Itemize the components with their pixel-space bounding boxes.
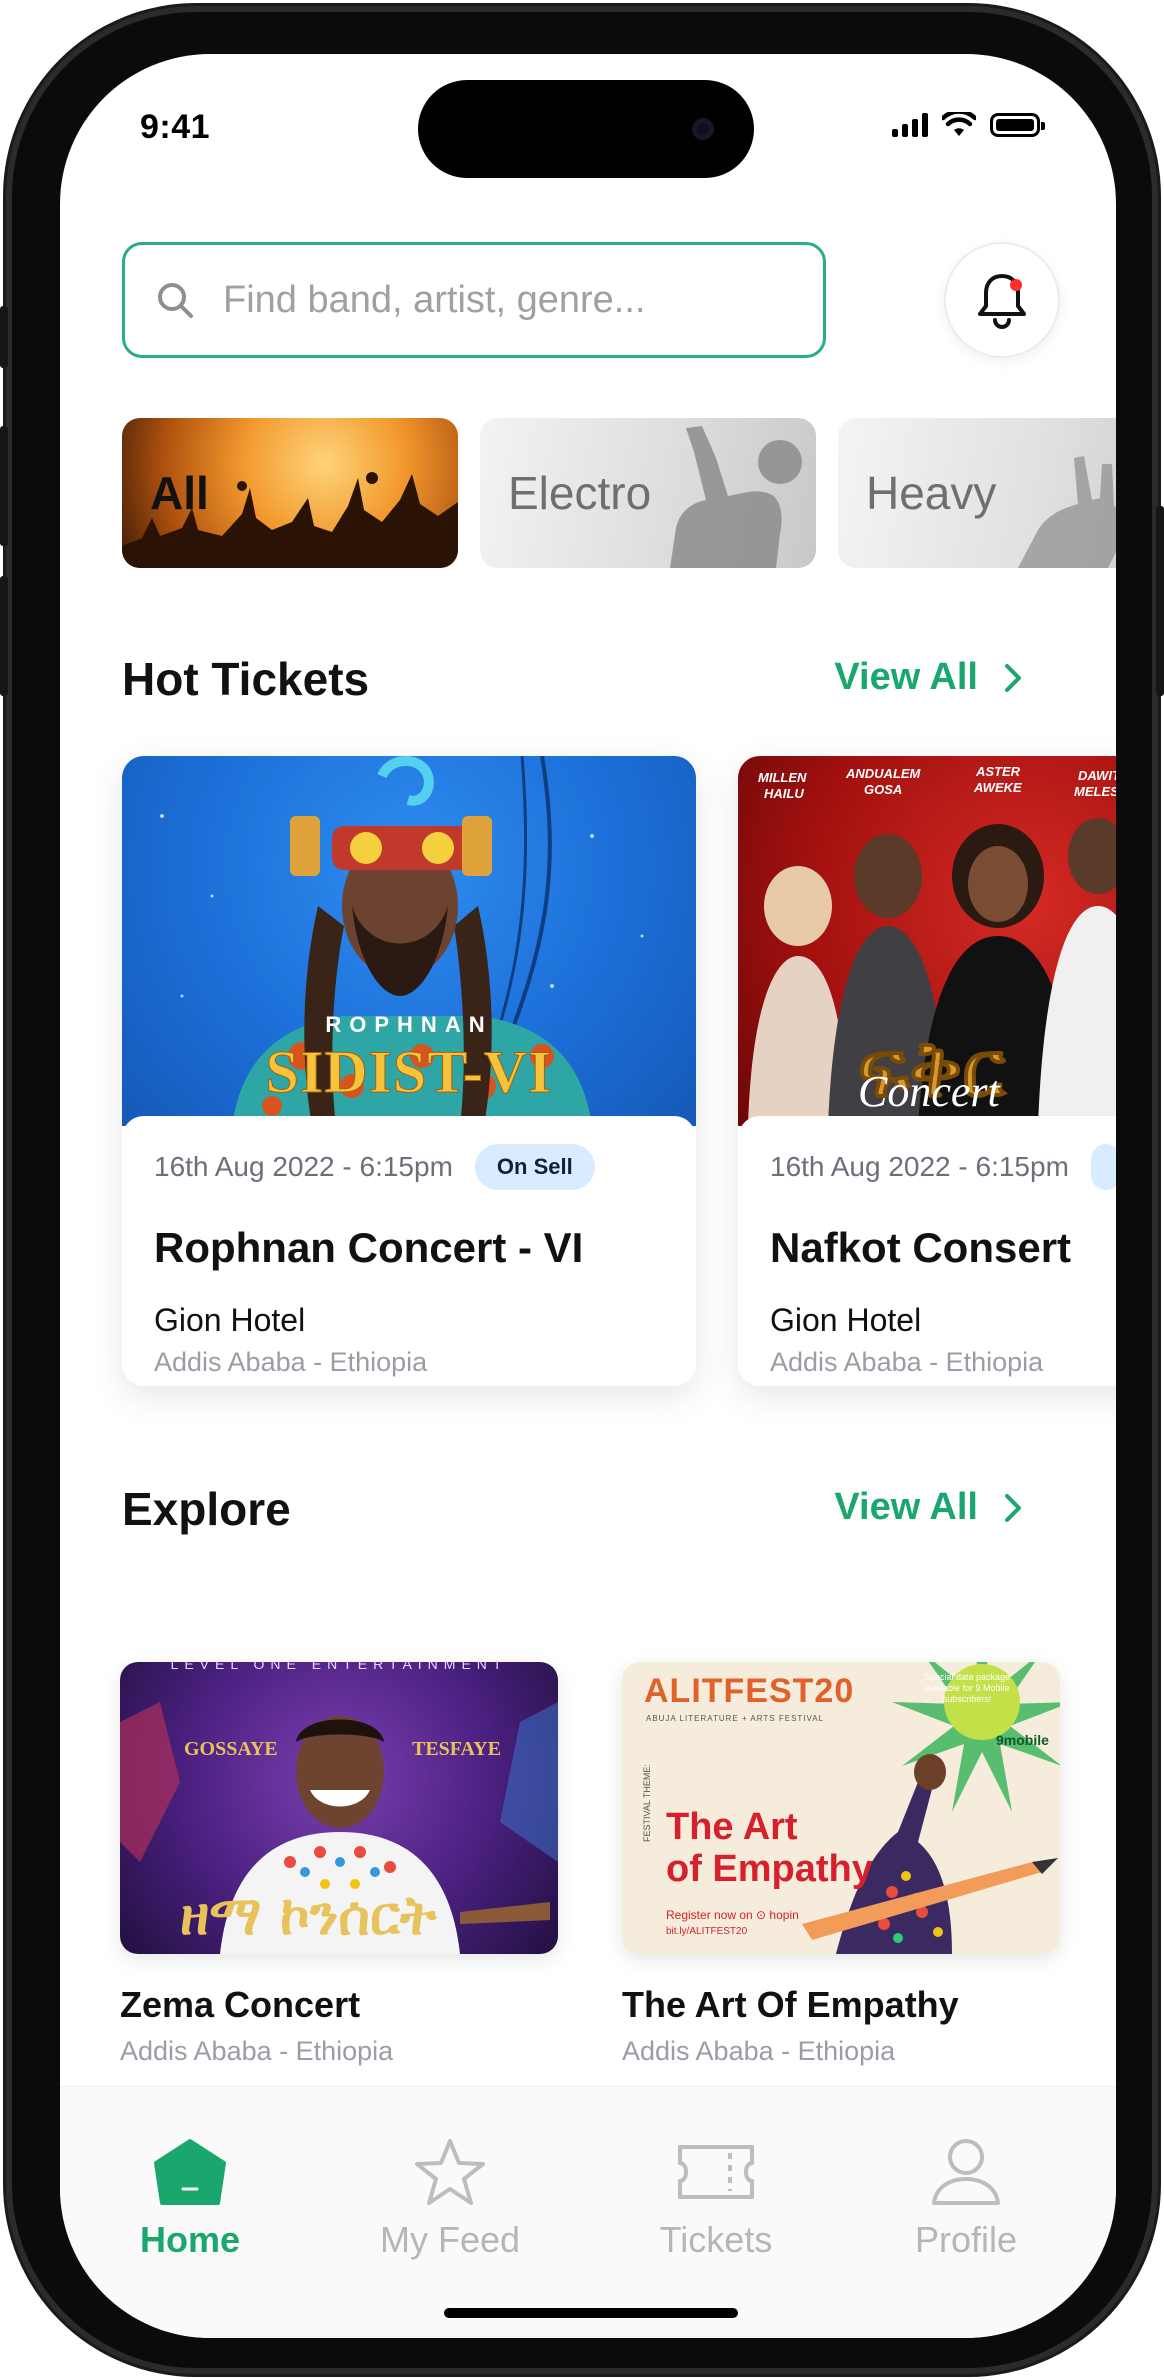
view-all-label: View All bbox=[834, 656, 978, 698]
svg-text:ASTER: ASTER bbox=[975, 764, 1021, 779]
svg-text:HAILU: HAILU bbox=[764, 786, 804, 801]
ticket-details: 16th Aug 2022 - 6:15pm On Sell Rophnan C… bbox=[122, 1116, 696, 1386]
poster-title-text: Concert bbox=[858, 1067, 1000, 1116]
bell-icon bbox=[978, 274, 1026, 329]
poster-title-text: SIDIST-VI bbox=[265, 1039, 553, 1106]
poster-sub-text: ABUJA LITERATURE + ARTS FESTIVAL bbox=[646, 1714, 825, 1723]
explore-location: Addis Ababa - Ethiopia bbox=[120, 2036, 394, 2066]
explore-title-text: Zema Concert bbox=[120, 1984, 361, 2025]
hot-tickets-list: ROPHNAN SIDIST-VI 16th Aug 2022 - 6:15pm… bbox=[122, 756, 1116, 1386]
ticket-venue: Gion Hotel bbox=[770, 1302, 922, 1338]
ticket-location: Addis Ababa - Ethiopia bbox=[154, 1347, 428, 1377]
explore-view-all[interactable]: View All bbox=[834, 1486, 1022, 1529]
dynamic-island bbox=[418, 80, 754, 178]
category-list: All Electro Heavy bbox=[122, 418, 1116, 568]
poster-theme-label: FESTIVAL THEME: bbox=[642, 1764, 652, 1842]
ticket-poster-image: ROPHNAN SIDIST-VI bbox=[122, 756, 696, 1126]
explore-title: Explore bbox=[122, 1483, 291, 1535]
home-icon bbox=[154, 2139, 226, 2205]
poster-line1-text: The Art bbox=[666, 1806, 798, 1848]
person-icon bbox=[932, 2139, 1000, 2205]
ticket-icon bbox=[678, 2145, 754, 2199]
explore-card[interactable]: LEVEL ONE ENTERTAINMENT GOSSAYE TESFAYE … bbox=[120, 1662, 558, 2067]
ticket-date: 16th Aug 2022 - 6:15pm bbox=[154, 1151, 453, 1182]
svg-text:DAWIT: DAWIT bbox=[1078, 768, 1116, 783]
poster-register-text: Register now on ⊙ hopin bbox=[666, 1908, 799, 1922]
chevron-right-icon bbox=[1005, 1493, 1021, 1522]
explore-poster-image: ALITFEST20 ABUJA LITERATURE + ARTS FESTI… bbox=[622, 1662, 1060, 1954]
ticket-card[interactable]: ROPHNAN SIDIST-VI 16th Aug 2022 - 6:15pm… bbox=[122, 756, 696, 1386]
tab-my-feed[interactable]: My Feed bbox=[350, 2137, 550, 2261]
poster-line2-text: of Empathy bbox=[666, 1848, 873, 1890]
ticket-poster-image: MILLEN HAILU ANDUALEM GOSA ASTER AWEKE DAWI… bbox=[738, 756, 1116, 1126]
ticket-card[interactable]: MILLEN HAILU ANDUALEM GOSA ASTER AWEKE DAWI… bbox=[738, 756, 1116, 1386]
phone-frame: 9:41 Find band, artist, genre... All Ele… bbox=[0, 6, 1164, 2374]
poster-promo-text: Special data package available for 9 Mob… bbox=[923, 1672, 1011, 1704]
mute-switch bbox=[0, 306, 8, 368]
category-heavy[interactable]: Heavy bbox=[838, 418, 1116, 568]
bottom-tab-bar: Home My Feed Tickets Profile bbox=[60, 2086, 1116, 2338]
ticket-title: Nafkot Consert bbox=[770, 1224, 1072, 1271]
ticket-venue: Gion Hotel bbox=[154, 1302, 306, 1338]
volume-up-button bbox=[0, 426, 8, 546]
svg-text:MELESE: MELESE bbox=[1074, 784, 1116, 799]
hot-tickets-view-all[interactable]: View All bbox=[834, 656, 1022, 699]
explore-title-text: The Art Of Empathy bbox=[622, 1984, 959, 2025]
poster-artist-text: ROPHNAN bbox=[325, 1012, 493, 1037]
poster-link-text: bit.ly/ALITFEST20 bbox=[666, 1926, 748, 1937]
power-button bbox=[1156, 506, 1164, 696]
search-input[interactable] bbox=[223, 278, 743, 322]
tab-label: Profile bbox=[914, 2219, 1018, 2260]
explore-poster-image: LEVEL ONE ENTERTAINMENT GOSSAYE TESFAYE … bbox=[120, 1662, 558, 1954]
search-icon bbox=[158, 283, 193, 318]
poster-brand-text: 9mobile bbox=[996, 1732, 1049, 1748]
chevron-right-icon bbox=[1005, 663, 1021, 692]
battery-icon bbox=[990, 113, 1045, 137]
tab-home[interactable]: Home bbox=[90, 2137, 290, 2261]
poster-top-text: LEVEL ONE ENTERTAINMENT bbox=[170, 1662, 508, 1672]
tab-profile[interactable]: Profile bbox=[866, 2137, 1066, 2261]
explore-location: Addis Ababa - Ethiopia bbox=[622, 2036, 896, 2066]
status-icons bbox=[892, 112, 1045, 138]
poster-logo-text: ALITFEST20 bbox=[644, 1672, 855, 1710]
star-icon bbox=[415, 2139, 485, 2205]
search-bar[interactable] bbox=[122, 242, 826, 358]
notifications-button[interactable] bbox=[944, 242, 1060, 358]
status-badge bbox=[1090, 1144, 1116, 1190]
explore-card[interactable]: ALITFEST20 ABUJA LITERATURE + ARTS FESTI… bbox=[622, 1662, 1060, 2067]
category-label: All bbox=[150, 467, 209, 519]
ticket-title: Rophnan Concert - VI bbox=[154, 1224, 584, 1271]
tab-label: My Feed bbox=[379, 2219, 521, 2260]
hot-tickets-title: Hot Tickets bbox=[122, 653, 370, 705]
view-all-label: View All bbox=[834, 1486, 978, 1528]
category-label: Heavy bbox=[866, 467, 997, 519]
poster-right-text: TESFAYE bbox=[412, 1738, 501, 1760]
home-indicator bbox=[444, 2308, 738, 2318]
svg-text:AWEKE: AWEKE bbox=[973, 780, 1022, 795]
category-all[interactable]: All bbox=[122, 418, 458, 568]
status-badge: On Sell bbox=[474, 1144, 595, 1190]
svg-text:ANDUALEM: ANDUALEM bbox=[845, 766, 922, 781]
explore-list: LEVEL ONE ENTERTAINMENT GOSSAYE TESFAYE … bbox=[120, 1662, 1060, 2067]
category-label: Electro bbox=[508, 467, 652, 519]
tab-tickets[interactable]: Tickets bbox=[616, 2137, 816, 2261]
volume-down-button bbox=[0, 576, 8, 696]
app-screen: 9:41 Find band, artist, genre... All Ele… bbox=[60, 54, 1116, 2338]
wifi-icon bbox=[942, 112, 976, 136]
poster-title-text: ዘማ ኮንሰርት bbox=[180, 1884, 437, 1947]
notification-dot bbox=[1010, 279, 1022, 291]
status-time: 9:41 bbox=[140, 108, 211, 146]
ticket-location: Addis Ababa - Ethiopia bbox=[770, 1347, 1044, 1377]
poster-left-text: GOSSAYE bbox=[184, 1738, 278, 1760]
tab-label: Tickets bbox=[659, 2219, 773, 2260]
svg-text:MILLEN: MILLEN bbox=[758, 770, 807, 785]
tab-label: Home bbox=[139, 2219, 241, 2260]
signal-icon bbox=[892, 113, 928, 137]
ticket-details: 16th Aug 2022 - 6:15pm Nafkot Consert Gi… bbox=[738, 1116, 1116, 1386]
category-electro[interactable]: Electro bbox=[480, 418, 816, 568]
ticket-date: 16th Aug 2022 - 6:15pm bbox=[770, 1151, 1069, 1182]
svg-text:GOSA: GOSA bbox=[864, 782, 902, 797]
